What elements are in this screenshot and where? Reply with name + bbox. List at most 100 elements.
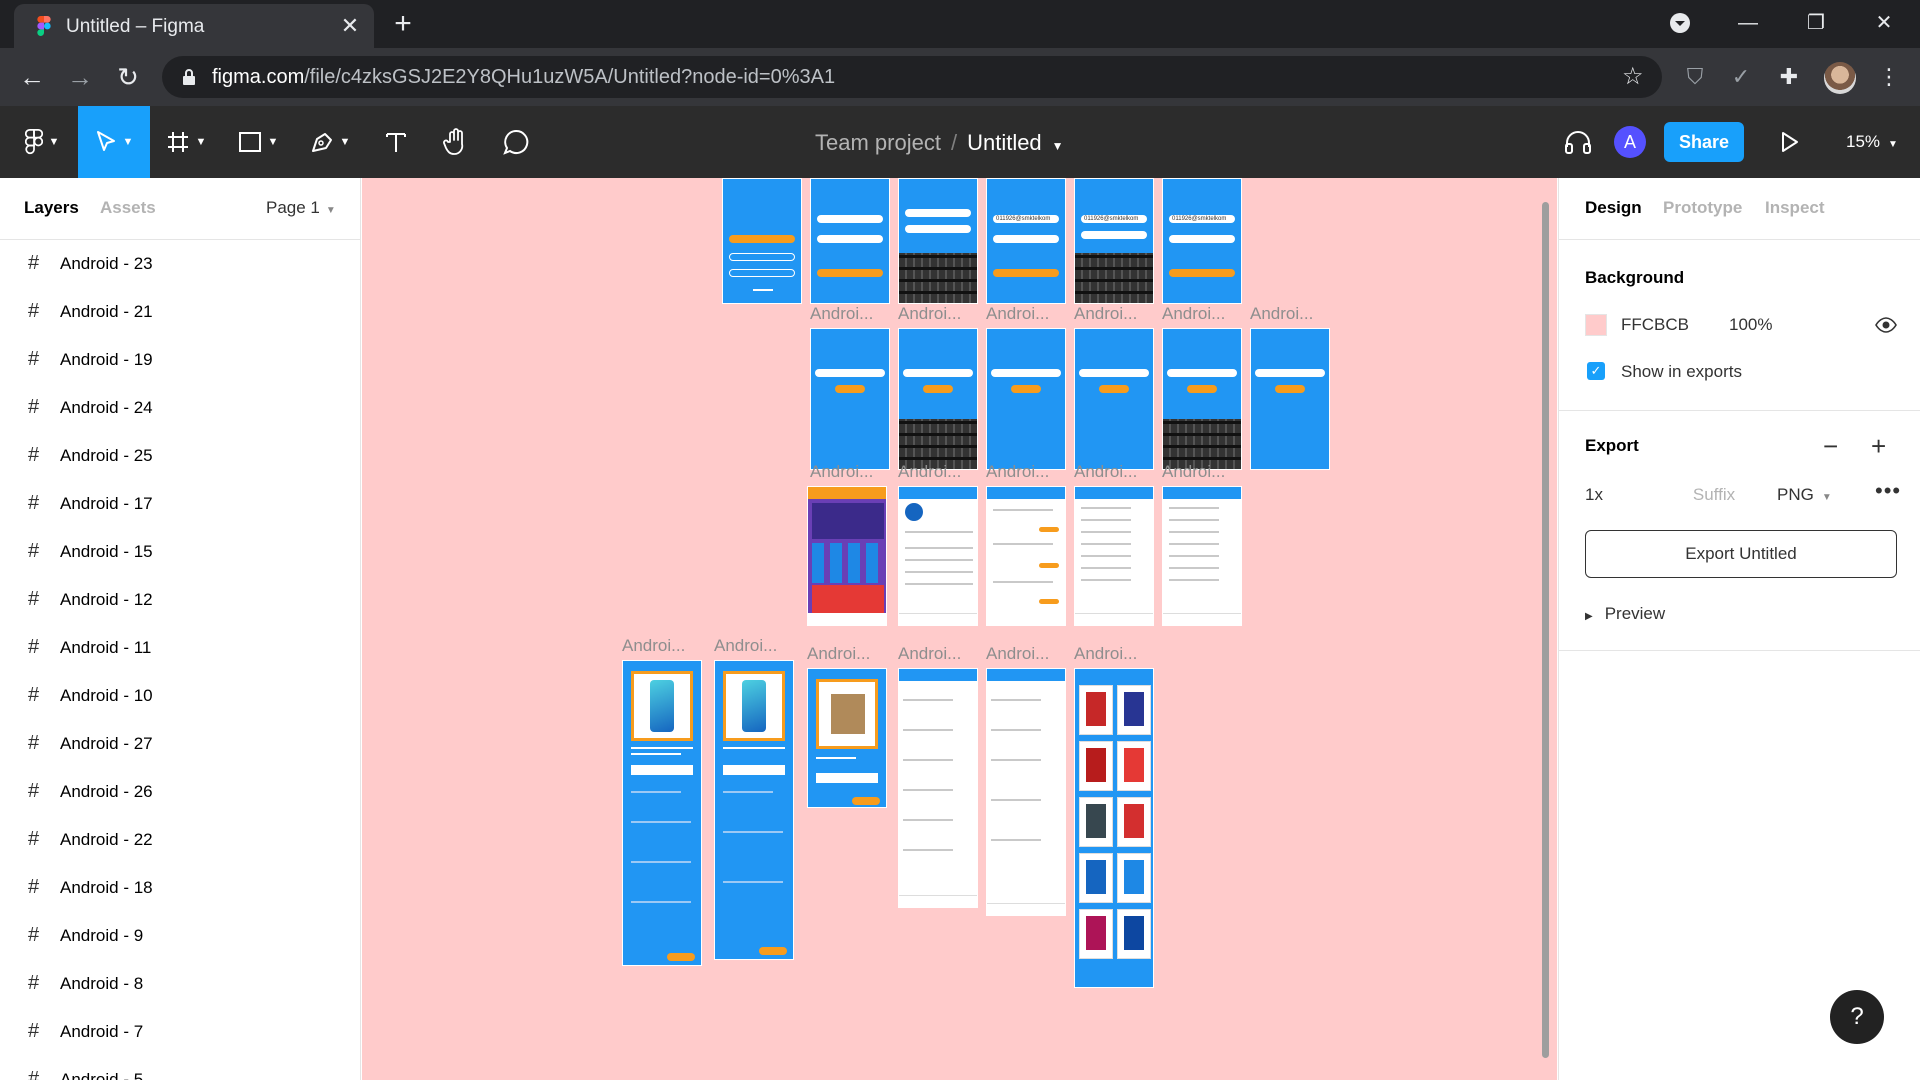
layer-row[interactable]: # Android - 8 (0, 960, 360, 1008)
chevron-down-icon[interactable]: ▼ (1052, 139, 1064, 153)
android-frame[interactable] (898, 668, 978, 908)
design-canvas[interactable]: 011926@smktelkom 011926@smktelkom 011926… (362, 178, 1557, 1080)
android-frame[interactable] (1074, 668, 1154, 988)
share-button[interactable]: Share (1664, 122, 1744, 162)
help-button[interactable]: ? (1830, 990, 1884, 1044)
android-frame[interactable] (898, 328, 978, 470)
android-frame[interactable] (807, 486, 887, 626)
tab-prototype[interactable]: Prototype (1663, 198, 1742, 218)
reload-icon[interactable]: ↻ (112, 61, 144, 93)
extension-icon[interactable]: ⛉ (1680, 62, 1710, 92)
tab-close-icon[interactable]: ✕ (338, 14, 362, 38)
new-tab-icon[interactable]: + (388, 9, 418, 40)
puzzle-icon[interactable]: ✚ (1774, 62, 1804, 92)
layer-row[interactable]: # Android - 9 (0, 912, 360, 960)
layer-row[interactable]: # Android - 5 (0, 1056, 360, 1080)
tab-inspect[interactable]: Inspect (1765, 198, 1825, 218)
android-frame[interactable]: 011926@smktelkom (1074, 178, 1154, 304)
android-frame[interactable] (1250, 328, 1330, 470)
background-hex-value[interactable]: FFCBCB (1621, 315, 1689, 335)
android-frame[interactable]: 011926@smktelkom (986, 178, 1066, 304)
frame-label[interactable]: Androi... (1250, 304, 1313, 324)
canvas-scrollbar[interactable] (1542, 202, 1549, 1058)
android-frame[interactable] (898, 178, 978, 304)
breadcrumb-file-name[interactable]: Untitled (967, 130, 1042, 155)
android-frame[interactable] (807, 668, 887, 808)
pen-tool[interactable]: ▼ (294, 106, 366, 178)
layer-row[interactable]: # Android - 18 (0, 864, 360, 912)
shape-tool[interactable]: ▼ (222, 106, 294, 178)
layer-row[interactable]: # Android - 25 (0, 432, 360, 480)
checkmark-extension-icon[interactable]: ✓ (1726, 62, 1756, 92)
layer-row[interactable]: # Android - 12 (0, 576, 360, 624)
show-in-exports-checkbox[interactable]: ✓ (1587, 362, 1605, 380)
more-options-icon[interactable]: ••• (1875, 478, 1901, 504)
frame-label[interactable]: Androi... (622, 636, 685, 656)
breadcrumb-team[interactable]: Team project (815, 130, 941, 155)
layer-row[interactable]: # Android - 27 (0, 720, 360, 768)
frame-label[interactable]: Androi... (898, 304, 961, 324)
android-frame[interactable] (1074, 328, 1154, 470)
android-frame[interactable] (810, 178, 890, 304)
android-frame[interactable] (1162, 328, 1242, 470)
browser-tab[interactable]: Untitled – Figma ✕ (14, 4, 374, 48)
frame-label[interactable]: Androi... (714, 636, 777, 656)
android-frame[interactable] (714, 660, 794, 960)
layer-row[interactable]: # Android - 24 (0, 384, 360, 432)
layer-row[interactable]: # Android - 21 (0, 288, 360, 336)
tab-search-icon[interactable] (1660, 8, 1700, 38)
frame-label[interactable]: Androi... (898, 644, 961, 664)
minus-icon[interactable]: − (1823, 433, 1838, 459)
frame-label[interactable]: Androi... (986, 304, 1049, 324)
present-button[interactable] (1754, 106, 1826, 178)
android-frame[interactable] (986, 668, 1066, 916)
frame-label[interactable]: Androi... (1074, 644, 1137, 664)
layer-row[interactable]: # Android - 7 (0, 1008, 360, 1056)
background-opacity-value[interactable]: 100% (1729, 315, 1772, 335)
audio-button[interactable] (1542, 106, 1614, 178)
address-bar[interactable]: figma.com/file/c4zksGSJ2E2Y8QHu1uzW5A/Un… (162, 56, 1662, 98)
frame-label[interactable]: Androi... (807, 644, 870, 664)
frame-tool[interactable]: ▼ (150, 106, 222, 178)
layer-row[interactable]: # Android - 26 (0, 768, 360, 816)
main-menu-button[interactable]: ▼ (6, 106, 78, 178)
android-frame[interactable] (810, 328, 890, 470)
frame-label[interactable]: Androi... (986, 644, 1049, 664)
frame-label[interactable]: Androi... (1162, 304, 1225, 324)
layer-row[interactable]: # Android - 19 (0, 336, 360, 384)
page-selector[interactable]: Page 1 ▼ (266, 198, 336, 218)
android-frame[interactable] (722, 178, 802, 304)
tab-design[interactable]: Design (1585, 198, 1642, 218)
export-format-select[interactable]: PNG ▼ (1777, 485, 1832, 505)
tab-assets[interactable]: Assets (100, 198, 156, 218)
android-frame[interactable] (986, 328, 1066, 470)
android-frame[interactable] (898, 486, 978, 626)
android-frame[interactable] (622, 660, 702, 966)
android-frame[interactable] (986, 486, 1066, 626)
android-frame[interactable] (1074, 486, 1154, 626)
layer-row[interactable]: # Android - 17 (0, 480, 360, 528)
profile-avatar[interactable] (1824, 62, 1856, 94)
plus-icon[interactable]: + (1871, 433, 1886, 459)
more-menu-icon[interactable]: ⋮ (1874, 62, 1904, 92)
layer-row[interactable]: # Android - 15 (0, 528, 360, 576)
layer-row[interactable]: # Android - 10 (0, 672, 360, 720)
layer-row[interactable]: # Android - 23 (0, 240, 360, 288)
frame-label[interactable]: Androi... (1162, 462, 1225, 482)
user-avatar[interactable]: A (1614, 126, 1646, 158)
layer-row[interactable]: # Android - 11 (0, 624, 360, 672)
preview-toggle[interactable]: ▶ Preview (1585, 604, 1665, 624)
forward-icon[interactable]: → (64, 61, 96, 93)
frame-label[interactable]: Androi... (1074, 462, 1137, 482)
frame-label[interactable]: Androi... (810, 304, 873, 324)
frame-label[interactable]: Androi... (898, 462, 961, 482)
minimize-icon[interactable]: — (1728, 8, 1768, 38)
frame-label[interactable]: Androi... (810, 462, 873, 482)
frame-label[interactable]: Androi... (986, 462, 1049, 482)
maximize-icon[interactable]: ❐ (1796, 8, 1836, 38)
tab-layers[interactable]: Layers (24, 198, 79, 218)
background-color-swatch[interactable] (1585, 314, 1607, 336)
bookmark-star-icon[interactable]: ☆ (1622, 62, 1644, 91)
move-tool[interactable]: ▼ (78, 106, 150, 178)
layer-row[interactable]: # Android - 22 (0, 816, 360, 864)
